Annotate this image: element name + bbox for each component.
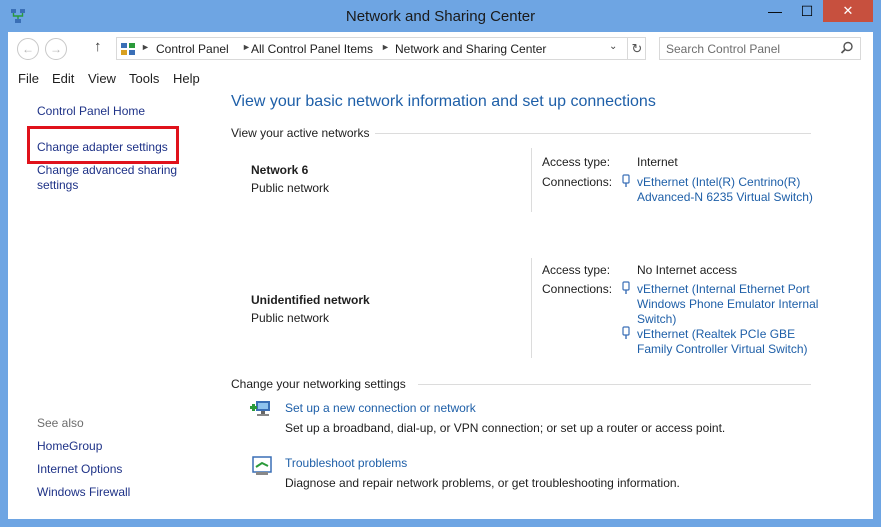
breadcrumb-separator: ► [381,42,390,52]
address-dropdown-icon[interactable]: ⌄ [609,41,617,52]
sidebar: Control Panel Home Change adapter settin… [8,88,208,519]
network-2-name: Unidentified network [251,293,370,307]
page-title: View your basic network information and … [231,93,656,110]
network-2-connection-link-1[interactable]: vEthernet (Internal Ethernet Port Window… [637,282,822,327]
network-1-connections-label: Connections: [542,175,613,189]
address-bar[interactable]: ► Control Panel ► All Control Panel Item… [116,37,646,60]
menu-edit[interactable]: Edit [52,71,74,86]
control-panel-icon [121,43,135,55]
troubleshoot-link[interactable]: Troubleshoot problems [285,456,407,470]
menu-tools[interactable]: Tools [129,71,159,86]
troubleshoot-icon [252,456,272,475]
change-settings-heading: Change your networking settings [231,377,406,391]
window-title: Network and Sharing Center [345,8,536,25]
network-2-type[interactable]: Public network [251,311,329,325]
network-2-access-value: No Internet access [637,263,738,277]
minimize-button[interactable]: — [758,0,792,22]
sidebar-change-adapter-settings[interactable]: Change adapter settings [37,140,168,155]
ethernet-icon [622,326,630,339]
close-button[interactable]: ✕ [823,0,873,22]
network-2-access-label: Access type: [542,263,611,277]
main-content: View your basic network information and … [208,88,873,519]
breadcrumb-separator: ► [242,42,251,52]
section-divider [375,133,811,134]
active-networks-heading: View your active networks [231,126,370,140]
section-divider [418,384,811,385]
refresh-button[interactable]: ↻ [627,38,646,59]
menu-bar: File Edit View Tools Help [8,68,873,88]
see-also-label: See also [37,416,84,430]
breadcrumb-control-panel[interactable]: Control Panel [156,42,229,56]
menu-file[interactable]: File [18,71,39,86]
sidebar-homegroup[interactable]: HomeGroup [37,439,102,454]
up-button[interactable]: ↑ [94,38,102,55]
sidebar-control-panel-home[interactable]: Control Panel Home [37,104,145,119]
maximize-button[interactable]: ☐ [790,0,824,22]
breadcrumb-separator: ► [141,42,150,52]
network-1-type[interactable]: Public network [251,181,329,195]
ethernet-icon [622,174,630,187]
back-button[interactable]: ← [17,38,39,60]
window-client: ← → ↑ ► Control Panel ► All Control Pane… [8,32,873,519]
breadcrumb-all-items[interactable]: All Control Panel Items [251,42,373,56]
search-icon[interactable] [840,41,854,55]
network-1-connection-link[interactable]: vEthernet (Intel(R) Centrino(R) Advanced… [637,175,822,205]
window-frame: Network and Sharing Center — ☐ ✕ ← → ↑ ►… [0,0,881,527]
breadcrumb-network-center[interactable]: Network and Sharing Center [395,42,546,56]
title-bar[interactable]: Network and Sharing Center — ☐ ✕ [0,0,881,32]
troubleshoot-description: Diagnose and repair network problems, or… [285,476,680,490]
setup-connection-description: Set up a broadband, dial-up, or VPN conn… [285,421,726,435]
search-input[interactable] [666,42,836,56]
network-1-access-label: Access type: [542,155,611,169]
sidebar-windows-firewall[interactable]: Windows Firewall [37,485,130,500]
navigation-bar: ← → ↑ ► Control Panel ► All Control Pane… [8,32,873,66]
network-1-name: Network 6 [251,163,309,177]
network-1-access-value: Internet [637,155,678,169]
forward-button[interactable]: → [45,38,67,60]
search-box [659,37,861,60]
new-connection-icon [250,401,270,416]
network-2-connections-label: Connections: [542,282,613,296]
sidebar-internet-options[interactable]: Internet Options [37,462,122,477]
network-1-divider [531,148,532,212]
ethernet-icon [622,281,630,294]
menu-help[interactable]: Help [173,71,200,86]
menu-view[interactable]: View [88,71,116,86]
setup-connection-link[interactable]: Set up a new connection or network [285,401,476,415]
sidebar-change-sharing-settings[interactable]: Change advanced sharing settings [37,163,187,193]
network-2-connection-link-2[interactable]: vEthernet (Realtek PCIe GBE Family Contr… [637,327,822,357]
network-2-divider [531,258,532,358]
